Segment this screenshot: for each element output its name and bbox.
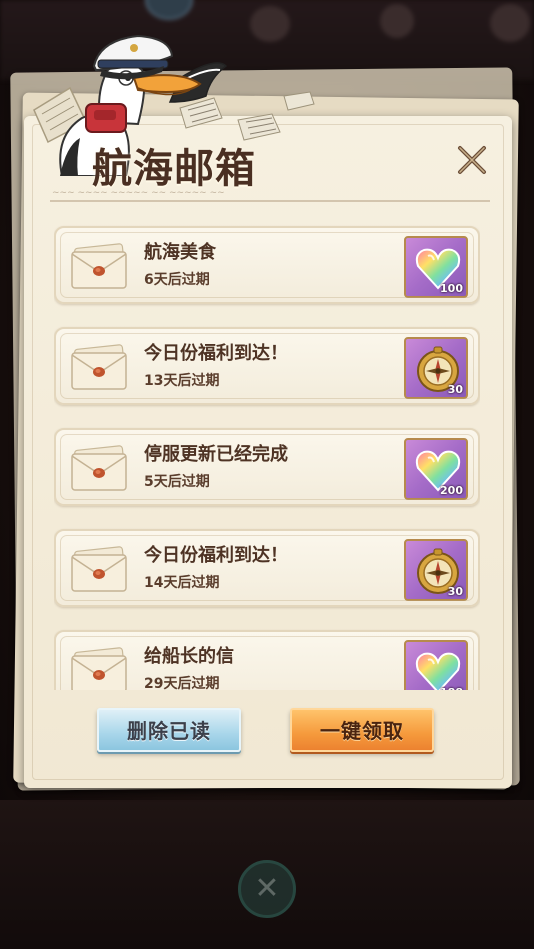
envelope-icon: [71, 445, 127, 491]
envelope-icon: [71, 546, 127, 592]
mail-expiry: 5天后过期: [144, 474, 210, 490]
mail-expiry: 29天后过期: [144, 676, 220, 690]
reward-item[interactable]: 100: [404, 236, 468, 298]
mail-title: 停服更新已经完成: [144, 444, 288, 465]
mail-item[interactable]: 停服更新已经完成 5天后过期 200: [54, 428, 480, 506]
mail-list[interactable]: 航海美食 6天后过期 100 今日份福利到达！ 13天后过期 30 停服更新已经…: [54, 224, 480, 690]
reward-count: 30: [447, 383, 463, 396]
header-divider: [50, 200, 490, 202]
claim-all-button[interactable]: 一键领取: [290, 708, 434, 752]
reward-item[interactable]: 188: [404, 640, 468, 690]
mail-item[interactable]: 给船长的信 29天后过期 188: [54, 630, 480, 690]
reward-item[interactable]: 30: [404, 539, 468, 601]
mail-title: 今日份福利到达！: [144, 545, 288, 566]
background-close-icon: ✕: [238, 860, 296, 918]
mail-title: 给船长的信: [144, 646, 234, 667]
reward-item[interactable]: 200: [404, 438, 468, 500]
mail-item[interactable]: 今日份福利到达！ 14天后过期 30: [54, 529, 480, 607]
reward-count: 100: [440, 282, 463, 295]
action-bar: 删除已读 一键领取: [24, 690, 512, 770]
mail-item[interactable]: 航海美食 6天后过期 100: [54, 226, 480, 304]
background-avatar-icon: [145, 0, 193, 20]
rainbow-heart-gem-icon: [415, 652, 461, 690]
mail-expiry: 13天后过期: [144, 373, 220, 389]
mail-expiry: 6天后过期: [144, 272, 210, 288]
reward-count: 200: [440, 484, 463, 497]
flying-paper-decoration: [179, 97, 223, 129]
mail-expiry: 14天后过期: [144, 575, 220, 591]
reward-item[interactable]: 30: [404, 337, 468, 399]
envelope-icon: [71, 647, 127, 690]
mail-title: 航海美食: [144, 242, 216, 263]
delete-read-button[interactable]: 删除已读: [97, 708, 241, 752]
reward-count: 30: [447, 585, 463, 598]
mailbox-title: 航海邮箱: [92, 146, 256, 192]
envelope-icon: [71, 344, 127, 390]
close-icon[interactable]: [454, 142, 490, 178]
envelope-icon: [71, 243, 127, 289]
flying-paper-decoration: [283, 91, 315, 111]
mail-item[interactable]: 今日份福利到达！ 13天后过期 30: [54, 327, 480, 405]
mail-title: 今日份福利到达！: [144, 343, 288, 364]
